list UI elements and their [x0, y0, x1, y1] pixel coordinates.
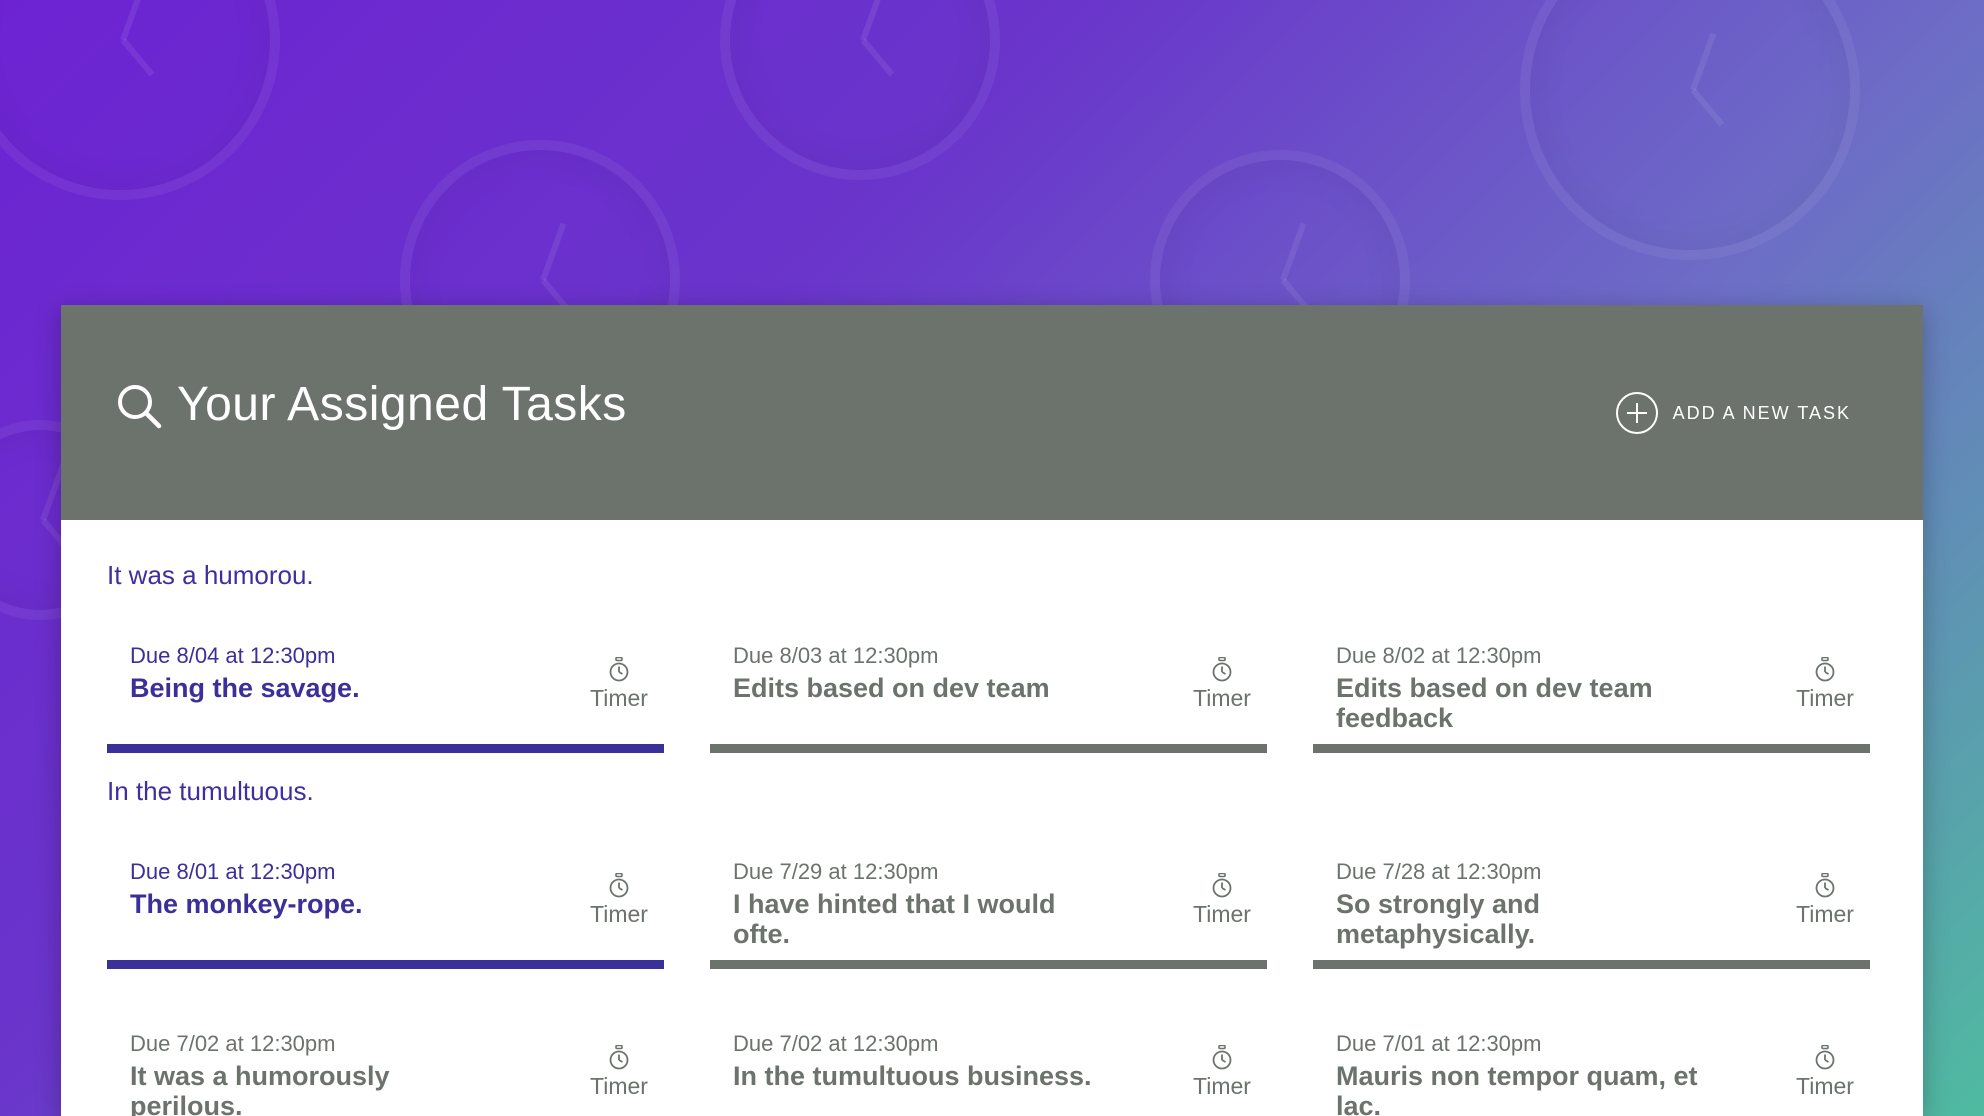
task-due-date: Due 8/01 at 12:30pm — [130, 859, 336, 884]
task-card[interactable]: Due 7/02 at 12:30pm It was a humorously … — [107, 1023, 664, 1116]
task-title: So strongly and metaphysically. — [1336, 889, 1541, 949]
task-card[interactable]: Due 8/02 at 12:30pm Edits based on dev t… — [1313, 635, 1870, 753]
task-card[interactable]: Due 8/01 at 12:30pm The monkey-rope. Tim… — [107, 851, 664, 969]
card-underline — [1313, 744, 1870, 753]
task-card[interactable]: Due 8/04 at 12:30pm Being the savage. Ti… — [107, 635, 664, 753]
background-clock — [0, 0, 280, 200]
card-underline — [710, 744, 1267, 753]
stopwatch-icon — [609, 1045, 629, 1070]
task-title: Mauris non tempor quam, et lac. — [1336, 1061, 1698, 1116]
stopwatch-icon — [609, 873, 629, 898]
task-card[interactable]: Due 7/02 at 12:30pm In the tumultuous bu… — [710, 1023, 1267, 1116]
timer-button[interactable]: Timer — [1785, 1045, 1865, 1100]
timer-label: Timer — [1193, 901, 1251, 927]
stopwatch-icon — [1815, 873, 1835, 898]
timer-button[interactable]: Timer — [1785, 657, 1865, 712]
task-due-date: Due 7/28 at 12:30pm — [1336, 859, 1542, 884]
timer-button[interactable]: Timer — [1785, 873, 1865, 928]
timer-label: Timer — [1193, 685, 1251, 711]
tasks-panel: Your Assigned Tasks ADD A NEW TASK It wa… — [61, 305, 1923, 1116]
task-due-date: Due 7/02 at 12:30pm — [733, 1031, 939, 1056]
task-card[interactable]: Due 7/01 at 12:30pm Mauris non tempor qu… — [1313, 1023, 1870, 1116]
task-title: I have hinted that I would ofte. — [733, 889, 1056, 949]
timer-label: Timer — [1796, 685, 1854, 711]
timer-label: Timer — [1796, 1073, 1854, 1099]
stopwatch-icon — [1212, 873, 1232, 898]
task-title: It was a humorously perilous. — [130, 1061, 390, 1116]
background-clock — [720, 0, 1000, 180]
timer-button[interactable]: Timer — [579, 657, 659, 712]
add-task-label: ADD A NEW TASK — [1672, 402, 1851, 423]
stopwatch-icon — [1815, 657, 1835, 682]
timer-button[interactable]: Timer — [1182, 873, 1262, 928]
timer-label: Timer — [590, 1073, 648, 1099]
task-due-date: Due 7/29 at 12:30pm — [733, 859, 939, 884]
background-clock — [1520, 0, 1860, 260]
section-title: It was a humorou. — [107, 560, 314, 590]
task-due-date: Due 8/04 at 12:30pm — [130, 643, 336, 668]
task-card[interactable]: Due 8/03 at 12:30pm Edits based on dev t… — [710, 635, 1267, 753]
task-title: Edits based on dev team — [733, 673, 1050, 703]
timer-label: Timer — [1796, 901, 1854, 927]
task-due-date: Due 8/02 at 12:30pm — [1336, 643, 1542, 668]
section-title: In the tumultuous. — [107, 776, 314, 806]
timer-button[interactable]: Timer — [1182, 657, 1262, 712]
add-task-button[interactable]: ADD A NEW TASK — [1615, 391, 1851, 435]
task-due-date: Due 8/03 at 12:30pm — [733, 643, 939, 668]
stopwatch-icon — [1815, 1045, 1835, 1070]
plus-circle-icon[interactable] — [1615, 391, 1659, 435]
task-title: The monkey-rope. — [130, 889, 363, 919]
task-title: In the tumultuous business. — [733, 1061, 1092, 1091]
stopwatch-icon — [1212, 657, 1232, 682]
task-card[interactable]: Due 7/28 at 12:30pm So strongly and meta… — [1313, 851, 1870, 969]
task-card[interactable]: Due 7/29 at 12:30pm I have hinted that I… — [710, 851, 1267, 969]
page-title: Your Assigned Tasks — [177, 378, 627, 431]
panel-header: Your Assigned Tasks ADD A NEW TASK — [61, 305, 1923, 520]
stopwatch-icon — [609, 657, 629, 682]
task-title: Edits based on dev team feedback — [1336, 673, 1653, 733]
task-title: Being the savage. — [130, 673, 360, 703]
search-icon[interactable] — [116, 383, 162, 429]
timer-button[interactable]: Timer — [1182, 1045, 1262, 1100]
timer-button[interactable]: Timer — [579, 1045, 659, 1100]
card-underline — [107, 744, 664, 753]
task-due-date: Due 7/02 at 12:30pm — [130, 1031, 336, 1056]
timer-label: Timer — [590, 901, 648, 927]
card-underline — [1313, 960, 1870, 969]
card-underline — [107, 960, 664, 969]
timer-label: Timer — [590, 685, 648, 711]
stopwatch-icon — [1212, 1045, 1232, 1070]
timer-label: Timer — [1193, 1073, 1251, 1099]
task-due-date: Due 7/01 at 12:30pm — [1336, 1031, 1542, 1056]
timer-button[interactable]: Timer — [579, 873, 659, 928]
card-underline — [710, 960, 1267, 969]
